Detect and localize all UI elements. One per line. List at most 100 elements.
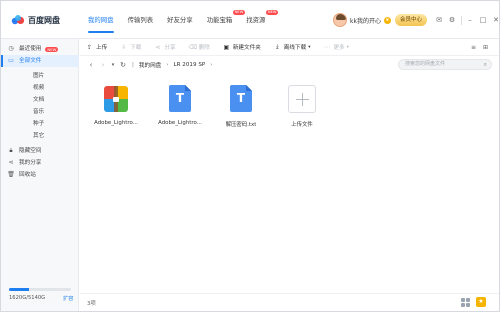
nav-tab-4[interactable]: 找资源 NEW — [239, 1, 279, 39]
cloud-logo-icon — [11, 15, 25, 25]
sidebar-item-3[interactable]: 视频 — [1, 82, 79, 94]
app-logo[interactable]: 百度网盘 — [11, 12, 75, 28]
nav-tab-3[interactable]: 功能宝箱 NEW — [200, 1, 246, 39]
chevron-down-icon: ▾ — [346, 44, 349, 50]
download-button[interactable]: ⇩ 下载 — [120, 43, 142, 52]
search-placeholder: 搜索您的网盘文件 — [405, 61, 446, 67]
sidebar-item-7[interactable]: 其它 — [1, 130, 79, 142]
sidebar-item-label: 最近使用 — [19, 46, 42, 52]
gear-icon[interactable]: ⚙ — [447, 15, 457, 25]
nav-tab-1[interactable]: 传输列表 — [121, 1, 161, 39]
file-item-txt[interactable]: T 解压密码.txt — [211, 85, 271, 131]
lock-icon: 🔒︎ — [9, 147, 13, 154]
new-folder-icon: ▣ — [223, 43, 230, 51]
sidebar-item-label: 我的分享 — [19, 160, 42, 166]
download-icon: ⇩ — [121, 43, 127, 51]
avatar[interactable] — [333, 13, 347, 27]
vip-crown-icon: ♛ — [383, 16, 391, 24]
toolbar-button-label: 上传 — [96, 45, 108, 51]
more-icon: ⋯ — [323, 43, 330, 51]
upload-button[interactable]: ⇪ 上传 — [86, 43, 108, 52]
file-item-doc[interactable]: T Adobe_Lightro... — [150, 85, 210, 131]
sidebar-item-label: 回收站 — [19, 172, 36, 178]
trash-icon: 🗑︎ — [7, 171, 15, 178]
toolbar-buttons: ⇪ 上传 ⇩ 下载 ⋖ 分享 ⌫ 删除 ▣ 新建文件夹 ⤓ 离线下载 ▾ ⋯ 更多 ▾ — [86, 43, 362, 51]
file-name: 解压密码.txt — [225, 122, 257, 128]
nav-tab-label: 传输列表 — [127, 16, 154, 24]
breadcrumb-root[interactable]: 我的网盘 — [139, 61, 161, 69]
grid-view-icon[interactable]: ⊞ — [481, 43, 490, 52]
sidebar-item-2[interactable]: 图片 — [1, 70, 79, 82]
minimize-icon[interactable]: – — [465, 15, 475, 25]
nav-tab-label: 好友分享 — [167, 16, 193, 24]
share-icon: ⋖ — [155, 43, 161, 51]
sidebar-item-label: 图片 — [33, 73, 45, 79]
refresh-icon[interactable]: ↻ — [118, 61, 128, 69]
sidebar-item-6[interactable]: 种子 — [1, 118, 79, 130]
maximize-icon[interactable]: □ — [478, 15, 488, 25]
share-button[interactable]: ⋖ 分享 — [154, 43, 175, 52]
sidebar-item-label: 其它 — [33, 133, 45, 139]
sidebar-item-4[interactable]: 文档 — [1, 94, 79, 106]
breadcrumb-current[interactable]: LR 2019 SP — [174, 62, 206, 68]
breadcrumb-separator: › — [166, 61, 169, 68]
sidebar-item-label: 音乐 — [33, 109, 45, 115]
search-icon[interactable]: ⌕ — [484, 60, 487, 69]
address-bar: ‹ › ▾ ↻ | 我的网盘 › LR 2019 SP › 搜索您的网盘文件 ⌕ — [80, 56, 499, 73]
app-title: 百度网盘 — [28, 15, 60, 25]
file-grid: Adobe_Lightro... T Adobe_Lightro... T 解压… — [80, 73, 499, 293]
thumbnail-view-icon[interactable] — [461, 298, 470, 307]
file-item-zip[interactable]: Adobe_Lightro... — [86, 85, 146, 131]
storage-quota-fill — [9, 288, 29, 291]
sidebar-item-9[interactable]: ⋖ 我的分享 — [1, 157, 79, 169]
history-dropdown-icon[interactable]: ▾ — [110, 62, 116, 68]
status-bar: 3项 ★ — [80, 293, 499, 311]
app-window: 百度网盘 我的网盘 传输列表 好友分享 功能宝箱 NEW 找资源 NEW kk我的开心 ♛ … — [0, 0, 500, 312]
vip-center-button[interactable]: 会员中心 — [395, 14, 427, 26]
upload-label: 上传文件 — [291, 122, 313, 128]
plus-icon — [288, 85, 316, 113]
sidebar-item-10[interactable]: 🗑︎ 回收站 — [1, 169, 79, 181]
share-icon: ⋖ — [8, 159, 14, 166]
new-folder-button[interactable]: ▣ 新建文件夹 — [223, 43, 261, 52]
sort-icon[interactable]: ≡ — [469, 43, 478, 52]
sidebar-item-label: 全部文件 — [19, 58, 42, 64]
favorite-icon[interactable]: ★ — [476, 297, 486, 307]
toolbar-button-label: 下载 — [130, 45, 142, 51]
nav-tab-label: 找资源 — [246, 16, 266, 24]
sidebar-item-label: 视频 — [33, 85, 45, 91]
nav-tab-0[interactable]: 我的网盘 — [81, 1, 121, 39]
nav-tab-2[interactable]: 好友分享 — [160, 1, 200, 39]
window-controls: ✉ ⚙ – □ ✕ — [434, 13, 500, 27]
back-arrow-icon[interactable]: ‹ — [86, 61, 96, 69]
top-nav: 我的网盘 传输列表 好友分享 功能宝箱 NEW 找资源 NEW — [81, 1, 279, 39]
delete-button[interactable]: ⌫ 删除 — [189, 43, 210, 52]
expand-storage-link[interactable]: 扩容 — [63, 295, 73, 302]
toolbar-button-label: 离线下载 — [283, 45, 307, 51]
nav-tab-label: 我的网盘 — [88, 16, 114, 24]
offline-download-button[interactable]: ⤓ 离线下载 ▾ — [274, 43, 311, 51]
close-icon[interactable]: ✕ — [491, 15, 500, 25]
chevron-down-icon: ▾ — [308, 44, 311, 50]
breadcrumb-separator: | — [132, 61, 134, 68]
sidebar-item-0[interactable]: ◷ 最近使用 NEW — [1, 43, 79, 55]
sidebar-item-1[interactable]: ▭ 全部文件 — [1, 55, 79, 67]
file-name: Adobe_Lightro... — [94, 120, 138, 126]
more-button[interactable]: ⋯ 更多 ▾ — [323, 43, 349, 52]
upload-file-tile[interactable]: 上传文件 — [272, 85, 332, 131]
sidebar: ◷ 最近使用 NEW ▭ 全部文件图片视频文档音乐种子其它 🔒︎ 隐藏空间 ⋖ 我的分享 🗑︎ 回收… — [1, 39, 79, 311]
forward-arrow-icon[interactable]: › — [98, 61, 108, 69]
zip-file-icon — [104, 85, 128, 113]
storage-quota-text: 1620G/5140G — [9, 295, 46, 301]
search-input[interactable]: 搜索您的网盘文件 ⌕ — [398, 59, 492, 70]
sidebar-item-label: 种子 — [33, 121, 45, 127]
toolbar-button-label: 新建文件夹 — [232, 45, 261, 51]
username[interactable]: kk我的开心 — [350, 16, 381, 25]
user-profile[interactable]: kk我的开心 ♛ — [333, 11, 391, 29]
toolbar-button-label: 更多 — [333, 45, 345, 51]
sidebar-item-label: 文档 — [33, 97, 45, 103]
sidebar-item-8[interactable]: 🔒︎ 隐藏空间 — [1, 145, 79, 157]
folder-icon: ▭ — [8, 57, 14, 64]
sidebar-item-5[interactable]: 音乐 — [1, 106, 79, 118]
mail-icon[interactable]: ✉ — [434, 15, 444, 25]
